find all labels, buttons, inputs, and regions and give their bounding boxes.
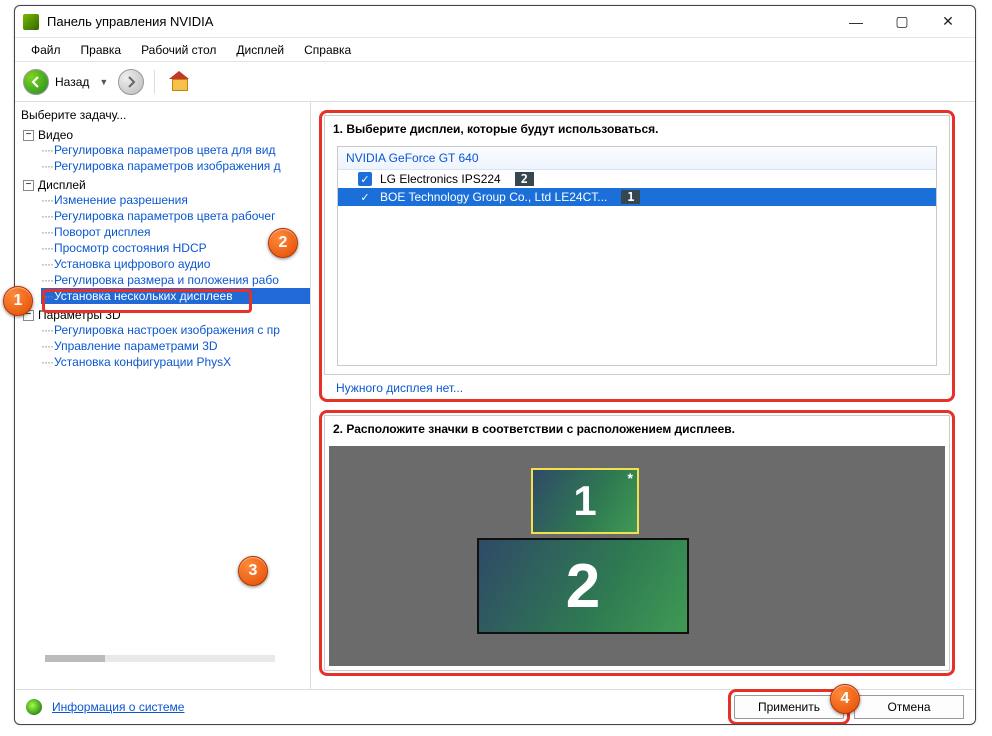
menu-edit[interactable]: Правка — [73, 41, 130, 59]
section-arrange-highlight: 2. Расположите значки в соответствии с р… — [319, 410, 955, 676]
minimize-button[interactable]: ― — [833, 7, 879, 37]
sidebar-item-label: Регулировка настроек изображения с пр — [54, 323, 280, 337]
tree-connector-icon: ···· — [41, 193, 53, 207]
tree-connector-icon: ···· — [41, 209, 53, 223]
tree-connector-icon: ···· — [41, 225, 53, 239]
callout-2: 2 — [268, 228, 298, 258]
system-info-icon — [26, 699, 42, 715]
display-name: LG Electronics IPS224 — [380, 172, 501, 186]
display-row[interactable]: ✓ BOE Technology Group Co., Ltd LE24CT...… — [338, 188, 936, 206]
section2-title: 2. Расположите значки в соответствии с р… — [325, 416, 949, 442]
tree-connector-icon: ···· — [41, 339, 53, 353]
display-box-2[interactable]: 2 — [477, 538, 689, 634]
callout-3: 3 — [238, 556, 268, 586]
toolbar: Назад ▼ — [15, 62, 975, 102]
main-panel: 1. Выберите дисплеи, которые будут испол… — [311, 102, 975, 690]
tree-connector-icon: ···· — [41, 241, 53, 255]
tree-group-display[interactable]: − Дисплей — [23, 178, 310, 192]
cancel-button[interactable]: Отмена — [854, 695, 964, 719]
apply-button[interactable]: Применить — [734, 695, 844, 719]
menubar: Файл Правка Рабочий стол Дисплей Справка — [15, 38, 975, 62]
menu-display[interactable]: Дисплей — [228, 41, 292, 59]
close-button[interactable]: ✕ — [925, 7, 971, 37]
tree-group-3d[interactable]: − Параметры 3D — [23, 308, 310, 322]
sidebar-item[interactable]: ····Управление параметрами 3D — [41, 338, 310, 354]
tree-connector-icon: ···· — [41, 323, 53, 337]
tree-connector-icon: ···· — [41, 159, 53, 173]
tree-connector-icon: ···· — [41, 257, 53, 271]
display-row[interactable]: ✓ LG Electronics IPS224 2 — [338, 170, 936, 188]
callout-1: 1 — [3, 286, 33, 316]
menu-file[interactable]: Файл — [23, 41, 69, 59]
checkbox-icon[interactable]: ✓ — [358, 190, 372, 204]
sidebar-item[interactable]: ····Регулировка параметров цвета рабочег — [41, 208, 310, 224]
checkbox-icon[interactable]: ✓ — [358, 172, 372, 186]
sidebar-item-label: Изменение разрешения — [54, 193, 188, 207]
system-info-link[interactable]: Информация о системе — [52, 700, 184, 714]
menu-help[interactable]: Справка — [296, 41, 359, 59]
sidebar-item-label: Управление параметрами 3D — [54, 339, 218, 353]
back-button[interactable] — [23, 69, 49, 95]
home-icon[interactable] — [169, 71, 191, 93]
task-header: Выберите задачу... — [19, 106, 310, 128]
menu-desktop[interactable]: Рабочий стол — [133, 41, 224, 59]
display-box-1[interactable]: 1 * — [531, 468, 639, 534]
gpu-list: NVIDIA GeForce GT 640 ✓ LG Electronics IP… — [337, 146, 937, 366]
sidebar-item[interactable]: ····Изменение разрешения — [41, 192, 310, 208]
sidebar-item[interactable]: ····Регулировка параметров изображения д — [41, 158, 310, 174]
sidebar: Выберите задачу... − Видео ····Регулиров… — [15, 102, 311, 690]
missing-display-link[interactable]: Нужного дисплея нет... — [324, 375, 463, 397]
window-title: Панель управления NVIDIA — [47, 14, 833, 29]
gpu-name[interactable]: NVIDIA GeForce GT 640 — [338, 147, 936, 170]
section1-title: 1. Выберите дисплеи, которые будут испол… — [325, 116, 949, 142]
task-tree: − Видео ····Регулировка параметров цвета… — [19, 128, 310, 370]
sidebar-item-label: Установка конфигурации PhysX — [54, 355, 231, 369]
sidebar-item-label: Просмотр состояния HDCP — [54, 241, 207, 255]
tree-connector-icon: ···· — [41, 273, 53, 287]
sidebar-item[interactable]: ····Установка нескольких дисплеев — [41, 288, 310, 304]
sidebar-item[interactable]: ····Регулировка настроек изображения с п… — [41, 322, 310, 338]
sidebar-item[interactable]: ····Регулировка параметров цвета для вид — [41, 142, 310, 158]
back-label: Назад — [55, 75, 89, 89]
forward-button[interactable] — [118, 69, 144, 95]
sidebar-item-label: Установка нескольких дисплеев — [54, 289, 233, 303]
display-number-tag: 2 — [515, 172, 534, 186]
tree-group-video[interactable]: − Видео — [23, 128, 310, 142]
display-number-tag: 1 — [621, 190, 640, 204]
callout-4: 4 — [830, 684, 860, 714]
sidebar-item-label: Поворот дисплея — [54, 225, 151, 239]
sidebar-item[interactable]: ····Установка конфигурации PhysX — [41, 354, 310, 370]
sidebar-item-label: Регулировка параметров цвета для вид — [54, 143, 275, 157]
sidebar-item-label: Регулировка параметров цвета рабочег — [54, 209, 276, 223]
tree-connector-icon: ···· — [41, 143, 53, 157]
sidebar-item[interactable]: ····Установка цифрового аудио — [41, 256, 310, 272]
display-name: BOE Technology Group Co., Ltd LE24CT... — [380, 190, 607, 204]
primary-star-icon: * — [628, 470, 633, 486]
collapse-icon[interactable]: − — [23, 180, 34, 191]
sidebar-item[interactable]: ····Регулировка размера и положения рабо — [41, 272, 310, 288]
sidebar-item-label: Установка цифрового аудио — [54, 257, 210, 271]
back-dropdown-icon[interactable]: ▼ — [95, 77, 112, 87]
nvidia-icon — [23, 14, 39, 30]
sidebar-item-label: Регулировка размера и положения рабо — [54, 273, 279, 287]
sidebar-item-label: Регулировка параметров изображения д — [54, 159, 281, 173]
tree-connector-icon: ···· — [41, 355, 53, 369]
app-window: Панель управления NVIDIA ― ▢ ✕ Файл Прав… — [14, 5, 976, 725]
maximize-button[interactable]: ▢ — [879, 7, 925, 37]
titlebar: Панель управления NVIDIA ― ▢ ✕ — [15, 6, 975, 38]
tree-connector-icon: ···· — [41, 289, 53, 303]
display-arrangement-canvas[interactable]: 1 * 2 — [329, 446, 945, 666]
collapse-icon[interactable]: − — [23, 130, 34, 141]
sidebar-hscrollbar[interactable] — [45, 655, 275, 662]
section-select-displays-highlight: 1. Выберите дисплеи, которые будут испол… — [319, 110, 955, 402]
